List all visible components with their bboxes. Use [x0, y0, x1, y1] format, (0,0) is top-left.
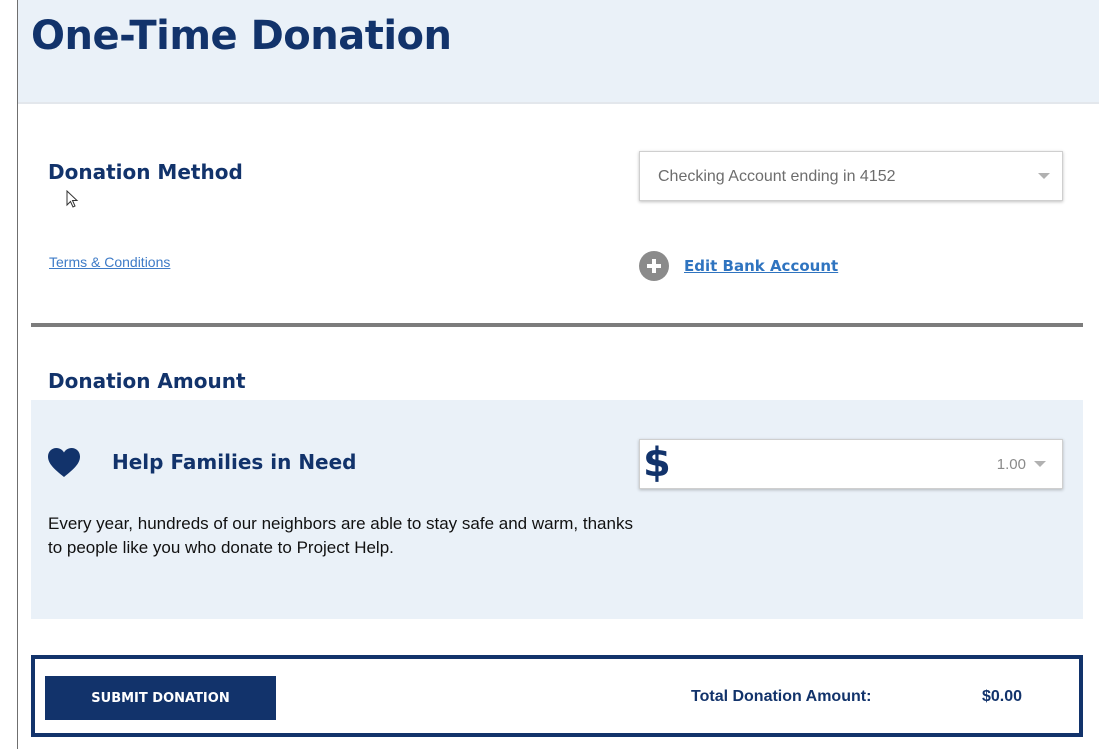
plus-circle-icon: [639, 251, 669, 281]
cause-title: Help Families in Need: [112, 450, 357, 474]
chevron-down-icon[interactable]: [1034, 461, 1046, 467]
dollar-sign: $: [643, 440, 671, 486]
donation-amount-input[interactable]: $ 1.00: [639, 439, 1063, 489]
amount-value: 1.00: [996, 456, 1026, 473]
cause-description: Every year, hundreds of our neighbors ar…: [48, 514, 633, 557]
donation-amount-title: Donation Amount: [48, 369, 246, 393]
mouse-pointer-icon: [66, 190, 79, 208]
page-header: One-Time Donation: [18, 0, 1099, 104]
cause-panel: Help Families in Need Every year, hundre…: [31, 400, 1083, 619]
total-donation-value: $0.00: [982, 688, 1023, 705]
selected-account-value: Checking Account ending in 4152: [658, 168, 896, 185]
edit-bank-account-button[interactable]: Edit Bank Account: [639, 251, 838, 281]
total-donation-label: Total Donation Amount:: [691, 688, 872, 705]
terms-conditions-link[interactable]: Terms & Conditions: [49, 254, 170, 270]
chevron-down-icon: [1038, 173, 1050, 179]
heart-icon: [48, 448, 80, 477]
donation-method-select[interactable]: Checking Account ending in 4152: [639, 151, 1063, 201]
section-divider: [31, 323, 1083, 327]
page-frame: One-Time Donation Donation Method Terms …: [17, 0, 1099, 749]
donation-summary-bar: SUBMIT DONATION Total Donation Amount: $…: [31, 655, 1083, 737]
donation-method-title: Donation Method: [48, 160, 243, 184]
submit-donation-button[interactable]: SUBMIT DONATION: [45, 676, 276, 720]
edit-bank-account-link[interactable]: Edit Bank Account: [684, 257, 838, 275]
page-title: One-Time Donation: [31, 13, 452, 59]
